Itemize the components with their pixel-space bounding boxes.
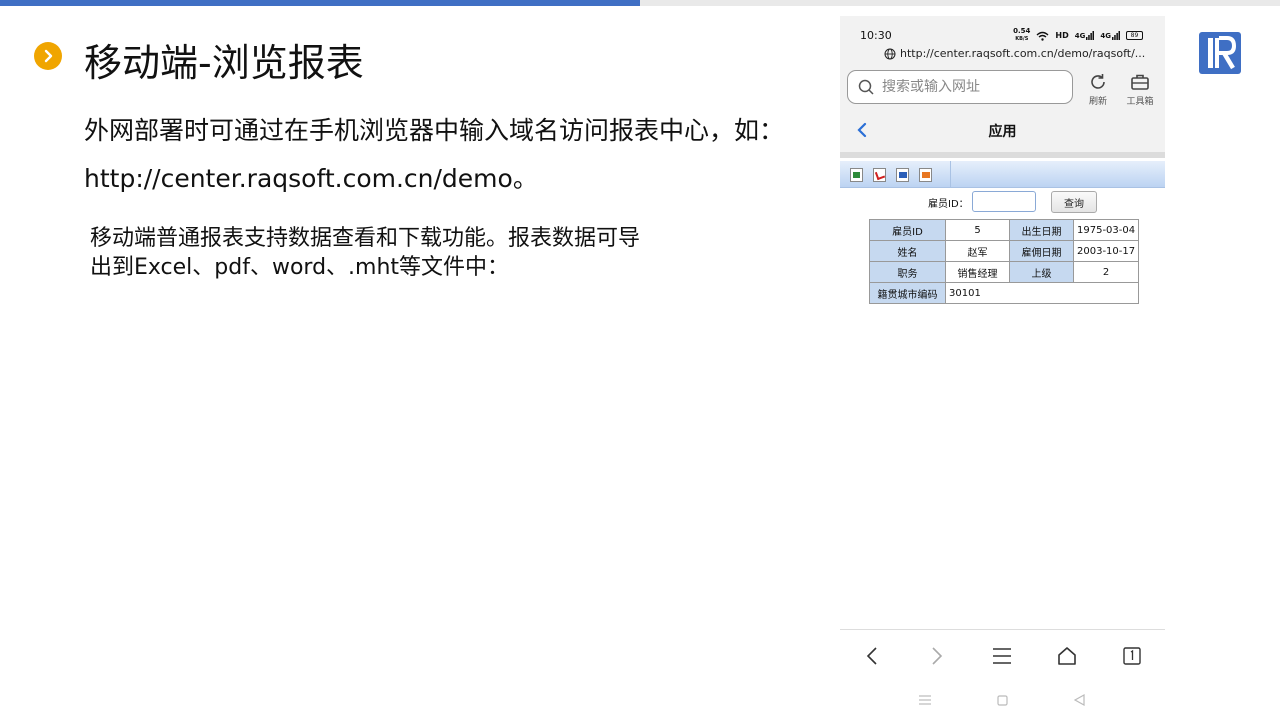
net-speed-unit: KB/S <box>1015 36 1029 42</box>
tabs-icon <box>1123 647 1141 665</box>
refresh-label: 刷新 <box>1088 97 1107 107</box>
table-cell: 赵军 <box>945 240 1010 262</box>
table-row: 籍贯城市编码 30101 <box>869 282 1140 304</box>
top-gray-bar <box>640 0 1280 6</box>
wifi-icon <box>1036 31 1049 41</box>
top-accent-bar <box>0 0 640 6</box>
paragraph-url: http://center.raqsoft.com.cn/demo。 <box>84 164 538 193</box>
system-back-button[interactable] <box>1072 693 1086 707</box>
signal-2: 4G <box>1100 31 1120 40</box>
chevron-left-icon <box>866 647 877 665</box>
home-icon <box>1058 647 1076 665</box>
signal-2-label: 4G <box>1100 32 1111 40</box>
table-cell: 销售经理 <box>945 261 1010 283</box>
net-speed-value: 0.54 <box>1013 27 1031 35</box>
features-line-2: 出到Excel、pdf、word、.mht等文件中： <box>90 255 510 280</box>
mht-export-icon[interactable] <box>919 167 932 182</box>
menu-icon <box>993 648 1011 664</box>
chevron-left-icon <box>857 122 867 138</box>
table-header-cell: 上级 <box>1009 261 1074 283</box>
table-header-cell: 雇员ID <box>869 219 946 241</box>
features-line-1: 移动端普通报表支持数据查看和下载功能。报表数据可导 <box>90 226 641 251</box>
signal-1-label: 4G <box>1074 32 1086 40</box>
globe-icon <box>884 48 896 59</box>
employee-id-input[interactable] <box>972 191 1036 212</box>
browser-home-button[interactable] <box>1055 644 1079 668</box>
app-header: 应用 <box>840 113 1165 149</box>
table-cell: 2003-10-17 <box>1072 240 1140 262</box>
signal-bars-icon <box>1086 31 1095 40</box>
table-header-cell: 姓名 <box>869 240 946 262</box>
table-header-cell: 职务 <box>869 261 946 283</box>
table-header-cell: 雇佣日期 <box>1009 240 1074 262</box>
browser-back-button[interactable] <box>860 644 884 668</box>
address-row[interactable]: http://center.raqsoft.com.cn/demo/raqsof… <box>884 47 1145 60</box>
word-export-icon[interactable] <box>896 167 909 182</box>
address-url: http://center.raqsoft.com.cn/demo/raqsof… <box>900 47 1146 60</box>
refresh-button[interactable]: 刷新 <box>1078 72 1118 107</box>
table-cell: 1975-03-04 <box>1072 219 1140 241</box>
system-recent-button[interactable] <box>918 693 932 707</box>
toolbox-label: 工具箱 <box>1126 97 1154 107</box>
square-icon <box>996 694 1008 706</box>
table-cell: 2 <box>1072 261 1140 283</box>
slide-title: 移动端-浏览报表 <box>84 41 364 85</box>
back-button[interactable] <box>852 119 872 141</box>
excel-export-icon[interactable] <box>850 167 863 182</box>
employee-id-label: 雇员ID： <box>928 199 969 210</box>
hd-badge: HD <box>1055 31 1069 40</box>
bottom-bar-divider <box>840 629 1165 630</box>
system-home-button[interactable] <box>995 693 1009 707</box>
search-icon <box>858 79 874 95</box>
query-button[interactable]: 查询 <box>1051 191 1097 213</box>
toolbox-button[interactable]: 工具箱 <box>1120 72 1160 107</box>
recent-apps-icon <box>919 695 931 705</box>
signal-1: 4G <box>1075 31 1095 40</box>
triangle-back-icon <box>1073 694 1085 706</box>
header-divider <box>840 152 1165 158</box>
browser-forward-button[interactable] <box>925 644 949 668</box>
toolbox-icon <box>1131 74 1149 90</box>
report-table: 雇员ID 5 出生日期 1975-03-04 姓名 赵军 雇佣日期 2003-1… <box>869 219 1140 304</box>
phone-screenshot: 10:30 0.54 KB/S HD 4G 4G 89 http://cente… <box>840 16 1165 720</box>
report-toolbar <box>840 161 1165 188</box>
export-buttons <box>840 161 951 188</box>
browser-search-box[interactable] <box>847 70 1073 104</box>
query-row: 雇员ID： 查询 <box>840 191 1165 215</box>
table-cell: 30101 <box>944 282 1140 304</box>
table-row: 雇员ID 5 出生日期 1975-03-04 <box>869 219 1140 241</box>
browser-tabs-button[interactable] <box>1120 644 1144 668</box>
pdf-export-icon[interactable] <box>873 167 886 182</box>
battery-icon: 89 <box>1126 31 1143 40</box>
search-input[interactable] <box>882 79 1062 95</box>
table-header-cell: 出生日期 <box>1009 219 1074 241</box>
net-speed: 0.54 KB/S <box>1013 28 1030 43</box>
chevron-right-bullet-icon <box>34 42 62 70</box>
paragraph-deploy: 外网部署时可通过在手机浏览器中输入域名访问报表中心，如： <box>84 116 785 145</box>
table-row: 职务 销售经理 上级 2 <box>869 261 1140 283</box>
chevron-right-icon <box>932 647 943 665</box>
status-icons: 0.54 KB/S HD 4G 4G 89 <box>1013 28 1143 43</box>
signal-bars-icon <box>1112 31 1120 40</box>
table-cell: 5 <box>945 219 1010 241</box>
app-title: 应用 <box>988 124 1017 140</box>
refresh-icon <box>1091 74 1105 89</box>
status-time: 10:30 <box>860 29 892 42</box>
table-header-cell: 籍贯城市编码 <box>869 282 946 304</box>
raqsoft-logo-icon <box>1199 32 1241 74</box>
browser-menu-button[interactable] <box>990 644 1014 668</box>
table-row: 姓名 赵军 雇佣日期 2003-10-17 <box>869 240 1140 262</box>
paragraph-features: 移动端普通报表支持数据查看和下载功能。报表数据可导 出到Excel、pdf、wo… <box>90 224 730 282</box>
